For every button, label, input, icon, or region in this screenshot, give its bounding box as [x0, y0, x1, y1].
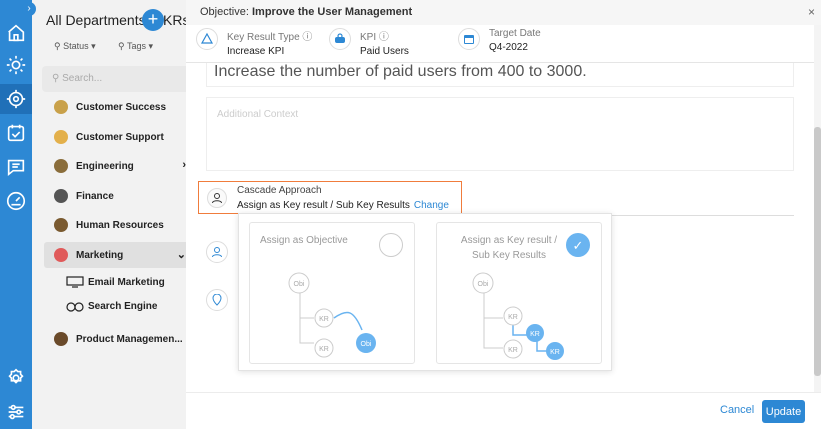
- gauge-icon[interactable]: [5, 190, 27, 212]
- home-icon[interactable]: [5, 22, 27, 44]
- kpi[interactable]: KPI ⓘ Paid Users: [329, 28, 409, 57]
- kpi-icon: [329, 28, 351, 50]
- user-icon: [207, 188, 227, 208]
- objective-diagram: Obi KR KR Obi: [288, 272, 376, 358]
- department-icon: [54, 218, 68, 232]
- dept-marketing[interactable]: Marketing ⌄: [44, 242, 186, 268]
- check-icon[interactable]: ✓: [566, 233, 590, 257]
- department-icon: [54, 332, 68, 346]
- owner-icon[interactable]: [206, 241, 228, 263]
- department-icon: [54, 159, 68, 173]
- svg-text:Obi: Obi: [294, 281, 305, 288]
- dept-customer-success[interactable]: Customer Success: [44, 94, 186, 120]
- svg-text:Obi: Obi: [361, 341, 372, 348]
- sun-icon[interactable]: [5, 54, 27, 76]
- department-icon: [54, 100, 68, 114]
- monitor-icon: [66, 276, 84, 288]
- radio-button[interactable]: [379, 233, 403, 257]
- add-button[interactable]: +: [142, 9, 164, 31]
- kr-type-icon: [196, 28, 218, 50]
- target-date[interactable]: Target Date Q4-2022: [458, 28, 541, 53]
- close-icon[interactable]: ×: [808, 5, 815, 19]
- dept-engineering[interactable]: Engineering ›: [44, 153, 186, 179]
- cascade-options-popup: Assign as Objective Obi KR KR Obi Assign…: [238, 213, 612, 371]
- svg-text:KR: KR: [319, 346, 329, 353]
- departments-panel: All Departments' OKRs ⚲ Status ▾ ⚲ Tags …: [32, 0, 186, 429]
- option-assign-objective[interactable]: Assign as Objective Obi KR KR Obi: [249, 222, 415, 364]
- footer-divider: [186, 392, 821, 393]
- svg-text:Obi: Obi: [478, 281, 489, 288]
- department-icon: [54, 130, 68, 144]
- svg-text:KR: KR: [508, 314, 518, 321]
- drawer-header: Objective: Improve the User Management ×: [186, 0, 821, 25]
- sub-search-engine[interactable]: Search Engine: [66, 300, 157, 312]
- binoculars-icon: [66, 302, 84, 312]
- svg-text:KR: KR: [508, 347, 518, 354]
- scrollbar-thumb[interactable]: [814, 127, 821, 376]
- chat-icon[interactable]: [5, 156, 27, 178]
- status-filter[interactable]: ⚲ Status ▾: [54, 41, 96, 52]
- filter-icon: ⚲: [54, 41, 64, 51]
- search-input[interactable]: ⚲ Search...: [42, 66, 186, 92]
- dept-finance[interactable]: Finance: [44, 183, 186, 209]
- sub-email-marketing[interactable]: Email Marketing: [66, 276, 165, 288]
- sliders-icon[interactable]: [5, 401, 27, 423]
- key-result-diagram: Obi KR KR KR KR: [472, 272, 564, 360]
- target-icon[interactable]: [0, 84, 32, 114]
- chevron-down-icon[interactable]: ⌄: [177, 248, 186, 261]
- change-link[interactable]: Change: [414, 200, 449, 211]
- option-assign-key-result[interactable]: Assign as Key result / Sub Key Results ✓…: [436, 222, 602, 364]
- svg-text:KR: KR: [319, 316, 329, 323]
- cascade-value: Assign as Key result / Sub Key Results Ch…: [237, 200, 449, 211]
- dept-product-management[interactable]: Product Managemen...: [44, 326, 186, 352]
- additional-context-field[interactable]: Additional Context: [206, 97, 794, 171]
- svg-text:KR: KR: [550, 349, 560, 356]
- pin-icon[interactable]: [206, 289, 228, 311]
- svg-text:KR: KR: [530, 331, 540, 338]
- key-result-drawer: Objective: Improve the User Management ×…: [186, 0, 821, 429]
- collapse-button[interactable]: ›: [22, 2, 36, 16]
- calendar-icon: [458, 28, 480, 50]
- tags-filter[interactable]: ⚲ Tags ▾: [118, 41, 153, 52]
- dept-customer-support[interactable]: Customer Support: [44, 124, 186, 150]
- filter-icon: ⚲: [118, 41, 127, 51]
- description-field[interactable]: Increase the number of paid users from 4…: [206, 63, 794, 87]
- update-button[interactable]: Update: [762, 400, 805, 423]
- cascade-approach: Cascade Approach Assign as Key result / …: [198, 181, 462, 214]
- panel-title: All Departments' OKRs: [46, 12, 186, 28]
- search-icon: ⚲: [52, 73, 63, 84]
- department-icon: [54, 248, 68, 262]
- cascade-label: Cascade Approach: [237, 185, 322, 196]
- checklist-icon[interactable]: [5, 122, 27, 144]
- department-icon: [54, 189, 68, 203]
- dept-human-resources[interactable]: Human Resources: [44, 212, 186, 238]
- cancel-button[interactable]: Cancel: [720, 404, 754, 416]
- key-result-type[interactable]: Key Result Type ⓘ Increase KPI: [196, 28, 312, 57]
- settings-icon[interactable]: [5, 367, 27, 389]
- objective-title: Objective: Improve the User Management: [200, 6, 413, 18]
- icon-rail: [0, 0, 32, 429]
